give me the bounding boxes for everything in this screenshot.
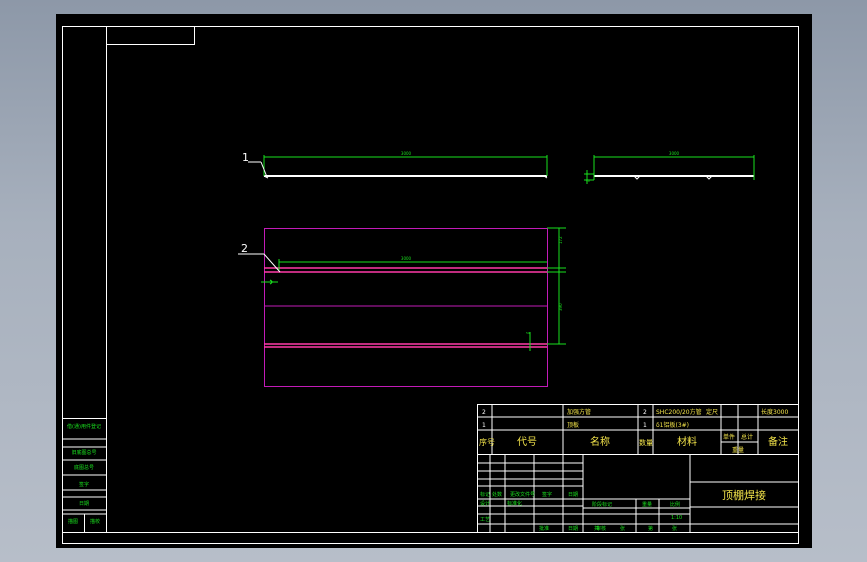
bom-row-1-name: 加强方管 — [567, 408, 591, 416]
bom-header-unit: 单件 — [723, 433, 735, 441]
tb-sign-count: 处数 — [492, 491, 502, 498]
tb-sign-mark: 标记 — [480, 491, 490, 498]
code-box — [106, 26, 195, 45]
tb-weight-label: 重量 — [642, 501, 652, 508]
drawing-canvas: 3000 1 3000 50 3000 172 390 50 2 借(通)用件登… — [62, 26, 799, 544]
bom-header-code: 代号 — [517, 436, 537, 448]
bom-header-qty: 数量 — [639, 438, 653, 447]
dim-plan-width-upper: 172 — [558, 236, 563, 244]
tb-sign-signature: 签字 — [542, 491, 552, 498]
drawing-title: 顶棚焊接 — [722, 488, 766, 502]
side-view: 3000 50 — [584, 151, 755, 184]
tb-sheet-unit-b: 张 — [672, 525, 677, 532]
tb-sheet-no: 第 — [648, 525, 653, 532]
tb-sign-date: 日期 — [568, 492, 578, 498]
tb-sign-docno: 更改文件号 — [510, 491, 535, 498]
balloon-2: 2 — [241, 242, 248, 255]
elevation-view: 3000 1 — [242, 151, 548, 179]
cad-viewport[interactable]: 3000 1 3000 50 3000 172 390 50 2 借(通)用件登… — [56, 14, 812, 548]
tb-sheet-unit-a: 张 — [620, 525, 625, 532]
tb-role-standard: 标准化 — [507, 500, 522, 507]
bom-row-1-no: 2 — [482, 409, 486, 416]
dim-plan-width-lower: 390 — [558, 303, 563, 311]
bom-row-1-remark-label: 定尺 — [706, 408, 718, 416]
plan-outline — [264, 228, 548, 387]
outer-border — [62, 26, 799, 544]
bom-row-2-name: 顶板 — [567, 421, 579, 429]
strip-label-date: 日期 — [79, 501, 89, 507]
inner-border — [106, 26, 799, 533]
dim-side-length: 3000 — [669, 151, 680, 156]
side-small-dim: 50 — [586, 179, 590, 183]
bom-header-material: 材料 — [677, 435, 697, 448]
strip-label-borrowed: 借(通)用件登记 — [67, 423, 101, 430]
tb-role-process: 工艺 — [480, 517, 490, 523]
bom-row-1-remark: 长度3000 — [761, 408, 788, 416]
tb-role-approve: 批准 — [539, 525, 549, 532]
dim-top-length: 3000 — [401, 151, 412, 156]
bom-row-1-material: SHC200/20方管 — [656, 408, 702, 416]
bom-header-remark: 备注 — [768, 435, 788, 448]
tb-scale-label: 比例 — [670, 501, 680, 508]
tb-role-design: 设计 — [480, 500, 490, 507]
side-strip — [62, 418, 107, 533]
bom-header-name: 名称 — [590, 435, 610, 448]
bom-header-total: 总计 — [741, 433, 753, 441]
strip-label-old-base: 旧底图总号 — [71, 449, 96, 456]
plan-view: 3000 172 390 50 2 — [238, 227, 566, 387]
bom-header-no: 序号 — [479, 437, 495, 447]
tb-stage-label: 阶段标记 — [592, 501, 612, 508]
strip-label-check: 描校 — [90, 518, 100, 525]
bom-row-2-no: 1 — [482, 422, 486, 429]
bom-row-2-material: δ1铝板(3#) — [656, 421, 689, 429]
plan-small-dim: 50 — [526, 331, 530, 335]
strip-label-base: 底图总号 — [74, 464, 94, 471]
bom-row-1-qty: 2 — [643, 409, 647, 416]
dim-plan-length: 3000 — [401, 256, 412, 261]
strip-label-sign: 签字 — [79, 481, 89, 488]
bom-header-weight: 重量 — [732, 446, 744, 454]
balloon-1: 1 — [242, 151, 249, 164]
tb-sheet-total: 共 — [594, 525, 599, 532]
strip-label-trace: 描图 — [68, 518, 78, 525]
tb-scale-value: 1:10 — [671, 515, 682, 521]
bom-row-2-qty: 1 — [643, 422, 647, 429]
tb-date-label: 日期 — [568, 526, 578, 532]
